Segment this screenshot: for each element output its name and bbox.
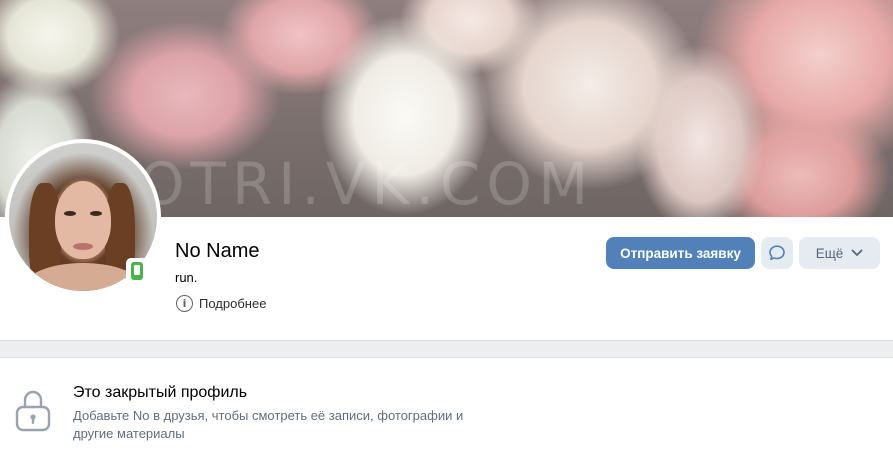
chevron-down-icon	[851, 249, 863, 256]
message-button[interactable]	[761, 237, 793, 269]
message-icon	[769, 245, 785, 261]
send-friend-request-button[interactable]: Отправить заявку	[606, 237, 755, 269]
info-icon: i	[176, 295, 193, 312]
more-button[interactable]: Ещё	[799, 237, 880, 269]
profile-page: SMOTRI.VK.COM No Name run. i Подробнее О…	[0, 0, 893, 463]
profile-name: No Name	[175, 240, 260, 262]
details-label: Подробнее	[199, 296, 267, 311]
private-profile-description: Добавьте No в друзья, чтобы смотреть её …	[73, 408, 464, 441]
mobile-online-icon	[126, 258, 148, 284]
lock-icon	[15, 390, 51, 432]
details-link[interactable]: i Подробнее	[176, 295, 266, 312]
more-label: Ещё	[815, 245, 844, 261]
private-profile-title: Это закрытый профиль	[73, 384, 248, 401]
profile-status: run.	[175, 270, 198, 285]
